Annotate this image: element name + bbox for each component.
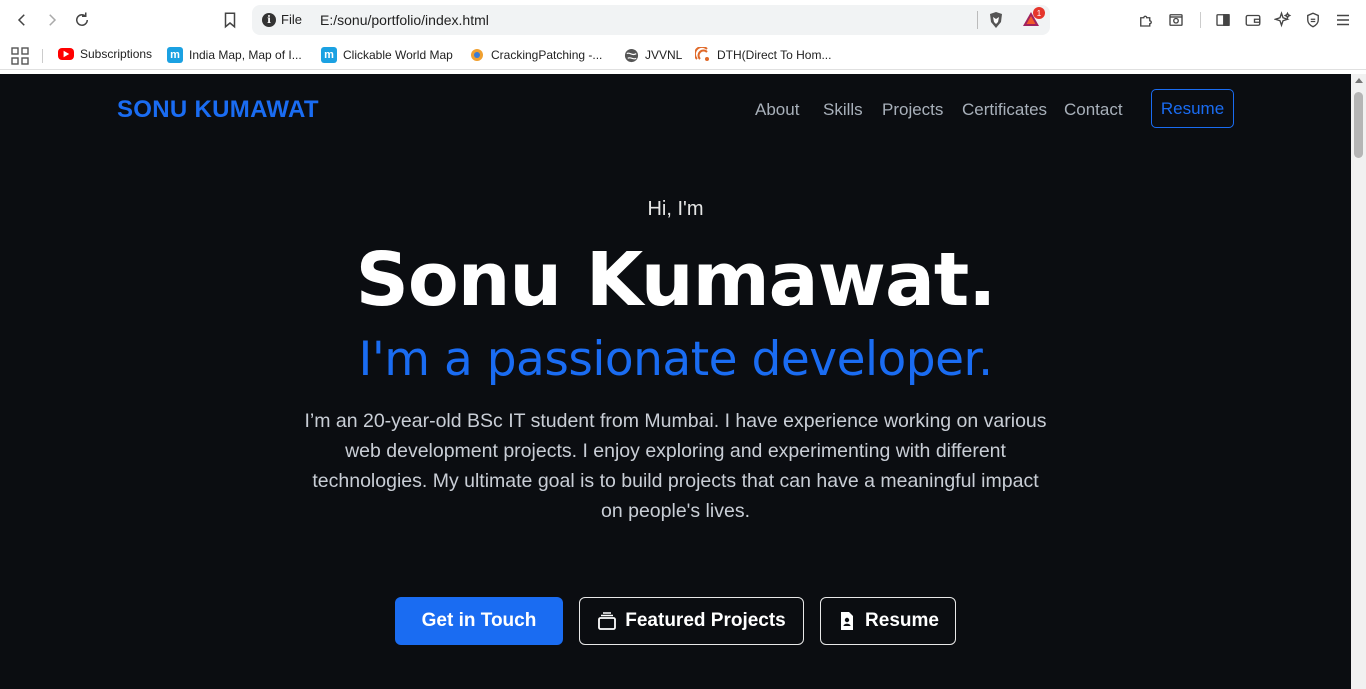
nav-projects[interactable]: Projects	[882, 100, 943, 120]
browser-toolbar: i File E:/sonu/portfolio/index.html 1	[0, 0, 1366, 40]
reload-icon[interactable]	[70, 8, 94, 32]
apps-grid-icon[interactable]	[11, 47, 29, 65]
dth-icon	[695, 47, 711, 63]
bookmark-clickable-world-map[interactable]: m Clickable World Map	[321, 47, 453, 63]
brave-shields-icon[interactable]	[988, 11, 1004, 29]
youtube-icon	[58, 48, 74, 60]
page-scrollbar[interactable]	[1351, 74, 1366, 689]
m-icon: m	[321, 47, 337, 63]
featured-projects-button[interactable]: Featured Projects	[579, 597, 804, 645]
notification-badge: 1	[1033, 7, 1045, 19]
extensions-icon[interactable]	[1134, 8, 1158, 32]
nav-about[interactable]: About	[755, 100, 799, 120]
bookmark-jvvnl[interactable]: JVVNL	[623, 47, 682, 63]
globe-icon	[623, 47, 639, 63]
toolbar-divider	[1200, 12, 1201, 28]
site-navbar: SONU KUMAWAT About Skills Projects Certi…	[0, 74, 1351, 146]
scroll-up-icon[interactable]	[1354, 78, 1363, 83]
nav-resume-button[interactable]: Resume	[1151, 89, 1234, 128]
url-text[interactable]: E:/sonu/portfolio/index.html	[320, 12, 489, 28]
address-bar[interactable]: i File E:/sonu/portfolio/index.html 1	[252, 5, 1050, 35]
site-brand[interactable]: SONU KUMAWAT	[117, 96, 319, 124]
hero-bio: I’m an 20-year-old BSc IT student from M…	[304, 410, 1047, 522]
scrollbar-thumb[interactable]	[1354, 92, 1363, 158]
bookmark-label: Subscriptions	[80, 47, 153, 61]
nav-skills[interactable]: Skills	[823, 100, 863, 120]
leo-ai-icon[interactable]	[1271, 8, 1295, 32]
info-icon[interactable]: i	[262, 13, 276, 27]
bookmark-label: CrackingPatching -...	[491, 48, 603, 62]
forward-icon[interactable]	[40, 8, 64, 32]
bookmark-subscriptions[interactable]: Subscriptions	[58, 47, 152, 61]
bookmarks-divider	[42, 49, 43, 63]
resume-button[interactable]: Resume	[820, 597, 956, 645]
bookmark-icon[interactable]	[218, 8, 242, 32]
nav-certificates[interactable]: Certificates	[962, 100, 1047, 120]
document-person-icon	[841, 612, 854, 630]
crackingpatching-icon	[469, 47, 485, 63]
bookmark-label: India Map, Map of I...	[189, 48, 302, 62]
bookmark-dth[interactable]: DTH(Direct To Hom...	[695, 47, 831, 63]
sidebar-icon[interactable]	[1211, 8, 1235, 32]
stack-icon	[598, 612, 617, 630]
page-viewport: SONU KUMAWAT About Skills Projects Certi…	[0, 74, 1366, 689]
hero-name: Sonu Kumawat.	[355, 237, 997, 323]
bookmark-label: JVVNL	[645, 48, 683, 62]
bookmark-label: Clickable World Map	[343, 48, 453, 62]
reader-mode-icon[interactable]	[1164, 8, 1188, 32]
featured-projects-label: Featured Projects	[625, 610, 786, 631]
vpn-shield-icon[interactable]	[1301, 8, 1325, 32]
resume-label: Resume	[865, 610, 939, 631]
get-in-touch-button[interactable]: Get in Touch	[395, 597, 563, 645]
back-icon[interactable]	[10, 8, 34, 32]
bookmark-label: DTH(Direct To Hom...	[717, 48, 832, 62]
bookmark-crackingpatching[interactable]: CrackingPatching -...	[469, 47, 602, 63]
m-icon: m	[167, 47, 183, 63]
hero-tagline: I'm a passionate developer.	[358, 332, 993, 387]
bookmark-india-map[interactable]: m India Map, Map of I...	[167, 47, 302, 63]
menu-icon[interactable]	[1331, 8, 1355, 32]
get-in-touch-label: Get in Touch	[421, 610, 537, 631]
wallet-icon[interactable]	[1241, 8, 1265, 32]
nav-contact[interactable]: Contact	[1064, 100, 1123, 120]
address-scheme: File	[281, 12, 302, 27]
bookmarks-bar: Subscriptions m India Map, Map of I... m…	[0, 40, 1366, 70]
address-divider	[977, 11, 978, 29]
hero-greeting: Hi, I'm	[647, 198, 704, 220]
